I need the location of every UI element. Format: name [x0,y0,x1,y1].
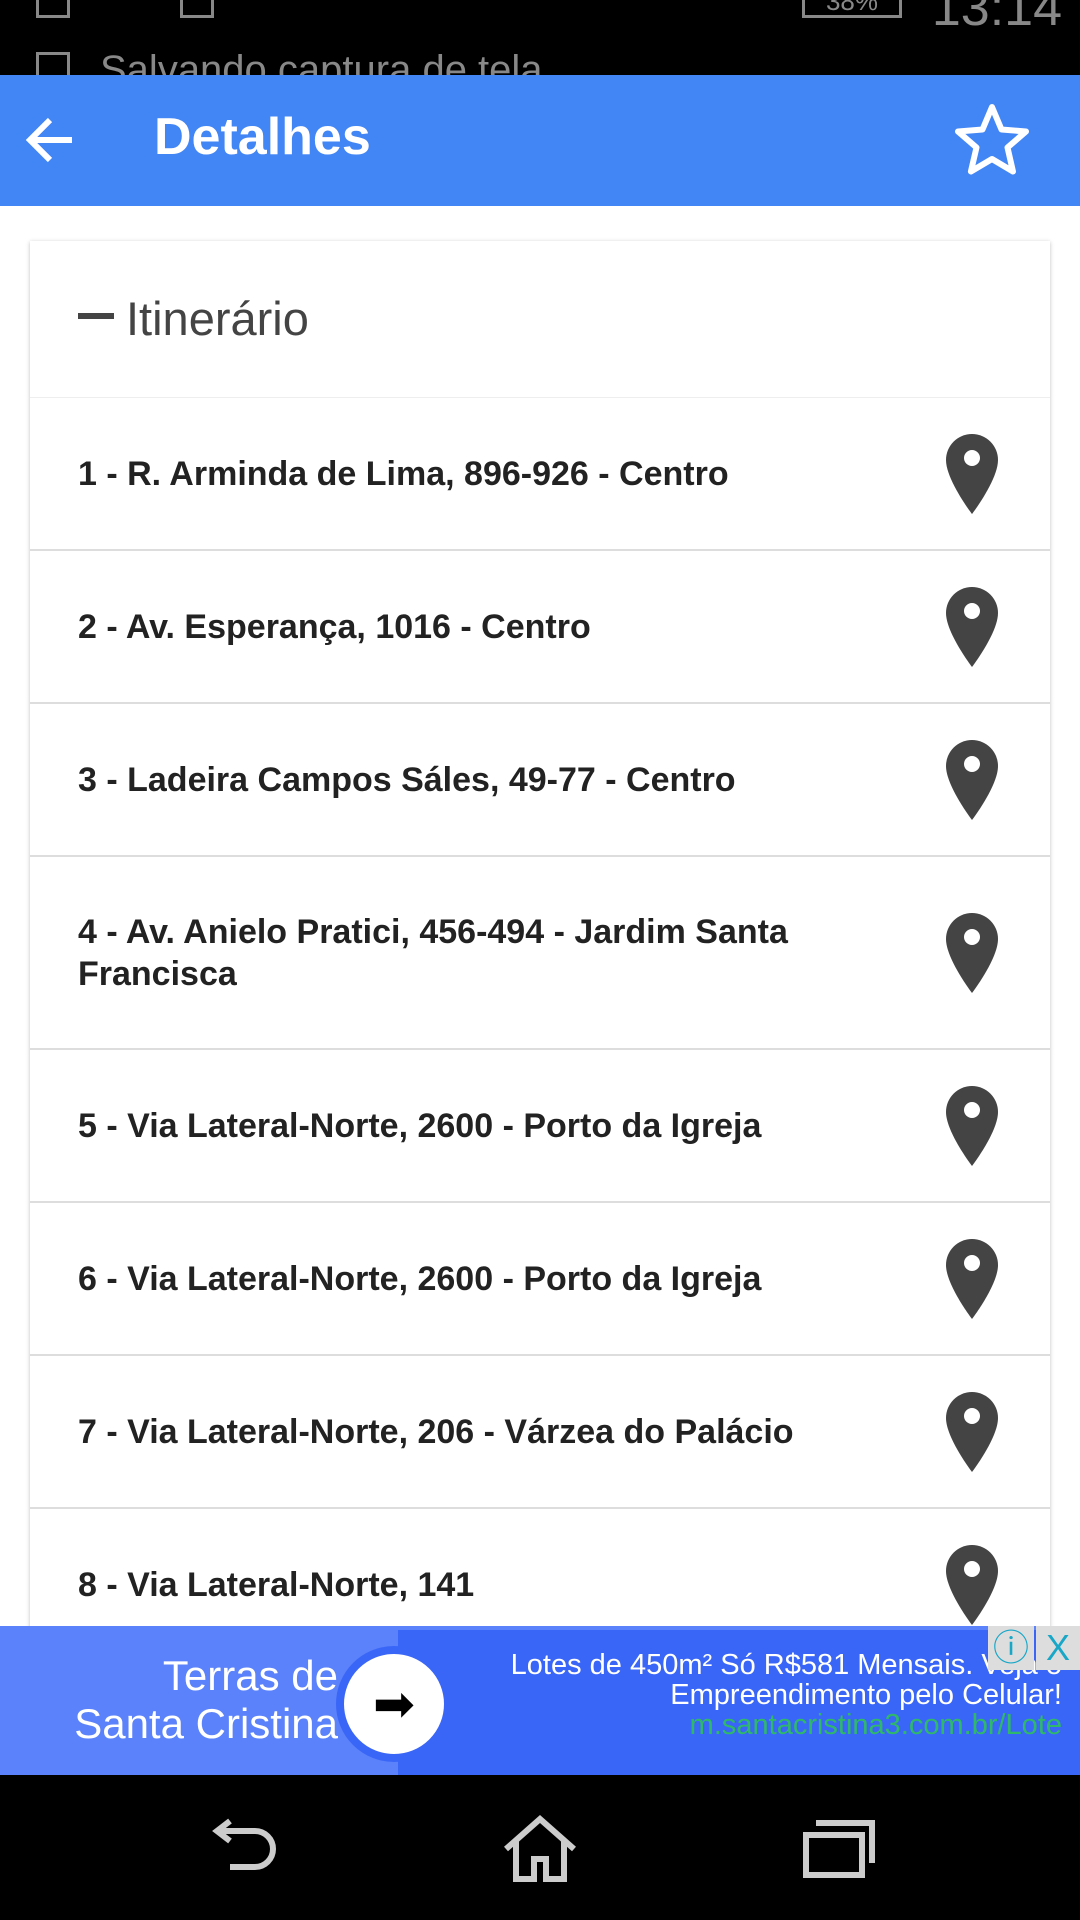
stop-row[interactable]: 6 - Via Lateral-Norte, 2600 - Porto da I… [30,1203,1050,1356]
page-title: Detalhes [154,108,371,166]
section-title: Itinerário [126,292,309,345]
nav-recents-icon[interactable] [800,1813,880,1883]
notification-text: Salvando captura de tela [100,48,543,75]
ad-info-icon[interactable]: ⓘ [988,1626,1034,1670]
ad-close-icon[interactable]: X [1036,1626,1080,1670]
stop-address: 2 - Av. Esperança, 1016 - Centro [78,607,591,646]
itinerary-header[interactable]: Itinerário [30,241,1050,398]
map-pin-icon[interactable] [944,1543,1000,1627]
nav-back-icon[interactable] [205,1813,285,1883]
stop-row[interactable]: 2 - Av. Esperança, 1016 - Centro [30,551,1050,704]
clock: 13:14 [931,0,1062,37]
arrow-right-icon: ➡ [373,1676,415,1732]
screenshot-icon [36,52,70,75]
map-pin-icon[interactable] [944,1237,1000,1321]
stop-address: 3 - Ladeira Campos Sáles, 49-77 - Centro [78,760,736,799]
favorite-star-icon[interactable] [952,101,1032,181]
battery-indicator: 38% [802,0,902,18]
back-arrow-icon[interactable] [20,105,80,175]
itinerary-card: Itinerário 1 - R. Arminda de Lima, 896-9… [30,241,1050,1662]
gallery-icon [36,0,70,18]
stop-row[interactable]: 1 - R. Arminda de Lima, 896-926 - Centro [30,398,1050,551]
stop-row[interactable]: 3 - Ladeira Campos Sáles, 49-77 - Centro [30,704,1050,857]
stop-address: 5 - Via Lateral-Norte, 2600 - Porto da I… [78,1106,762,1145]
navigation-bar [0,1775,1080,1920]
stop-row[interactable]: 7 - Via Lateral-Norte, 206 - Várzea do P… [30,1356,1050,1509]
ad-text: Lotes de 450m² Só R$581 Mensais. Veja o … [502,1650,1062,1740]
stop-row[interactable]: 5 - Via Lateral-Norte, 2600 - Porto da I… [30,1050,1050,1203]
map-pin-icon[interactable] [944,738,1000,822]
collapse-icon[interactable] [78,313,114,319]
map-pin-icon[interactable] [944,432,1000,516]
map-pin-icon[interactable] [944,1390,1000,1474]
nav-home-icon[interactable] [500,1813,580,1883]
stop-address: 7 - Via Lateral-Norte, 206 - Várzea do P… [78,1412,794,1451]
ad-banner[interactable]: Terras de Santa Cristina ➡ Lotes de 450m… [0,1626,1080,1775]
stop-address: 1 - R. Arminda de Lima, 896-926 - Centro [78,454,729,493]
stop-address: 4 - Av. Anielo Pratici, 456-494 - Jardim… [78,912,788,993]
ad-url[interactable]: m.santacristina3.com.br/Lote [502,1710,1062,1740]
map-pin-icon[interactable] [944,911,1000,995]
stop-row[interactable]: 4 - Av. Anielo Pratici, 456-494 - Jardim… [30,857,1050,1050]
map-pin-icon[interactable] [944,585,1000,669]
ad-brand: Terras de Santa Cristina [74,1652,338,1747]
download-icon [180,0,214,18]
ad-description: Lotes de 450m² Só R$581 Mensais. Veja o … [510,1649,1062,1711]
status-bar: 38% 13:14 Salvando captura de tela [0,0,1080,75]
app-bar: Detalhes [0,75,1080,206]
ad-arrow-button[interactable]: ➡ [336,1646,452,1762]
stop-address: 8 - Via Lateral-Norte, 141 [78,1565,475,1604]
stop-address: 6 - Via Lateral-Norte, 2600 - Porto da I… [78,1259,762,1298]
map-pin-icon[interactable] [944,1084,1000,1168]
